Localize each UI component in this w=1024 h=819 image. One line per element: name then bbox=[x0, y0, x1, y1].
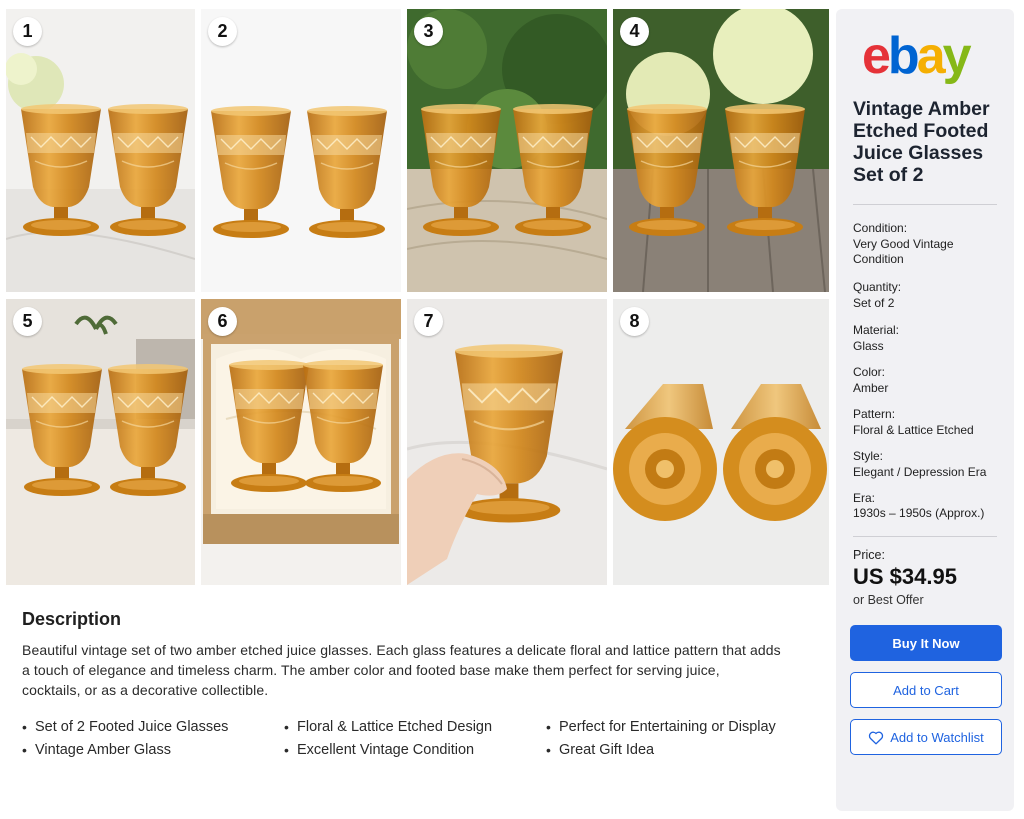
spec-label-pattern: Pattern: bbox=[853, 407, 896, 421]
feature-bullet: • Floral & Lattice Etched Design bbox=[284, 717, 546, 737]
buy-it-now-label: Buy It Now bbox=[892, 635, 960, 651]
photo-8-image bbox=[613, 299, 829, 585]
bullet-dot: • bbox=[22, 742, 27, 758]
spec-value-style: Elegant / Depression Era bbox=[853, 465, 987, 479]
product-photo-8[interactable]: 8 bbox=[613, 299, 829, 585]
feature-bullet: • Vintage Amber Glass bbox=[22, 740, 284, 760]
bullet-dot: • bbox=[546, 742, 551, 758]
spec-label-condition: Condition: bbox=[853, 221, 908, 235]
add-to-cart-button[interactable]: Add to Cart bbox=[850, 672, 1002, 708]
price-value: US $34.95 bbox=[853, 564, 957, 589]
add-to-watchlist-label: Add to Watchlist bbox=[890, 729, 984, 745]
product-photo-1[interactable]: 1 bbox=[6, 9, 195, 292]
photo-number-badge: 8 bbox=[620, 307, 649, 336]
feature-bullet: • Perfect for Entertaining or Display bbox=[546, 717, 822, 737]
spec-value-condition: Very Good Vintage Condition bbox=[853, 237, 954, 266]
logo-letter-a: a bbox=[916, 27, 946, 85]
heart-icon bbox=[869, 731, 884, 744]
photo-7-image bbox=[407, 299, 607, 585]
spec-value-pattern: Floral & Lattice Etched bbox=[853, 423, 974, 437]
photo-number-badge: 3 bbox=[414, 17, 443, 46]
photo-number-badge: 4 bbox=[620, 17, 649, 46]
feature-bullet: • Great Gift Idea bbox=[546, 740, 822, 760]
photo-number-badge: 1 bbox=[13, 17, 42, 46]
ebay-logo[interactable]: ebay bbox=[862, 27, 972, 85]
spec-value-color: Amber bbox=[853, 381, 889, 395]
add-to-cart-label: Add to Cart bbox=[893, 682, 959, 698]
spec-label-material: Material: bbox=[853, 323, 900, 337]
product-photo-6[interactable]: 6 bbox=[201, 299, 401, 585]
feature-bullet-text: Great Gift Idea bbox=[559, 742, 655, 758]
logo-letter-e: e bbox=[862, 27, 891, 85]
feature-bullet-text: Perfect for Entertaining or Display bbox=[559, 719, 776, 735]
bullet-dot: • bbox=[284, 742, 289, 758]
spec-value-material: Glass bbox=[853, 339, 884, 353]
product-photo-4[interactable]: 4 bbox=[613, 9, 829, 292]
photo-2-image bbox=[201, 9, 401, 292]
product-photo-3[interactable]: 3 bbox=[407, 9, 607, 292]
photo-number-badge: 5 bbox=[13, 307, 42, 336]
add-to-watchlist-button[interactable]: Add to Watchlist bbox=[850, 719, 1002, 755]
product-photo-2[interactable]: 2 bbox=[201, 9, 401, 292]
divider bbox=[853, 536, 997, 537]
feature-bullet-text: Floral & Lattice Etched Design bbox=[297, 719, 493, 735]
description-heading: Description bbox=[22, 609, 122, 629]
description-body: Beautiful vintage set of two amber etche… bbox=[22, 642, 781, 698]
divider bbox=[853, 204, 997, 205]
best-offer-text: or Best Offer bbox=[853, 593, 924, 607]
bullet-dot: • bbox=[284, 719, 289, 735]
logo-letter-y: y bbox=[942, 27, 972, 85]
photo-3-image bbox=[407, 9, 607, 292]
photo-number-badge: 7 bbox=[414, 307, 443, 336]
feature-bullet: • Set of 2 Footed Juice Glasses bbox=[22, 717, 284, 737]
photo-6-image bbox=[201, 299, 401, 585]
photo-number-badge: 2 bbox=[208, 17, 237, 46]
product-photo-7[interactable]: 7 bbox=[407, 299, 607, 585]
spec-label-era: Era: bbox=[853, 491, 876, 505]
product-photo-5[interactable]: 5 bbox=[6, 299, 195, 585]
spec-value-era: 1930s – 1950s (Approx.) bbox=[853, 506, 985, 520]
feature-bullet-text: Excellent Vintage Condition bbox=[297, 742, 475, 758]
feature-bullet: • Excellent Vintage Condition bbox=[284, 740, 546, 760]
photo-number-badge: 6 bbox=[208, 307, 237, 336]
feature-bullet-text: Vintage Amber Glass bbox=[35, 742, 171, 758]
spec-label-style: Style: bbox=[853, 449, 884, 463]
spec-value-quantity: Set of 2 bbox=[853, 296, 895, 310]
photo-5-image bbox=[6, 299, 195, 585]
feature-bullet-list: • Set of 2 Footed Juice Glasses • Floral &… bbox=[22, 717, 822, 760]
spec-label-quantity: Quantity: bbox=[853, 280, 902, 294]
bullet-dot: • bbox=[22, 719, 27, 735]
photo-1-image bbox=[6, 9, 195, 292]
price-label: Price: bbox=[853, 548, 885, 562]
feature-bullet-text: Set of 2 Footed Juice Glasses bbox=[35, 719, 229, 735]
logo-letter-b: b bbox=[887, 27, 920, 85]
photo-4-image bbox=[613, 9, 829, 292]
listing-title: Vintage Amber Etched Footed Juice Glasse… bbox=[853, 98, 990, 186]
buy-it-now-button[interactable]: Buy It Now bbox=[850, 625, 1002, 661]
spec-label-color: Color: bbox=[853, 365, 886, 379]
bullet-dot: • bbox=[546, 719, 551, 735]
